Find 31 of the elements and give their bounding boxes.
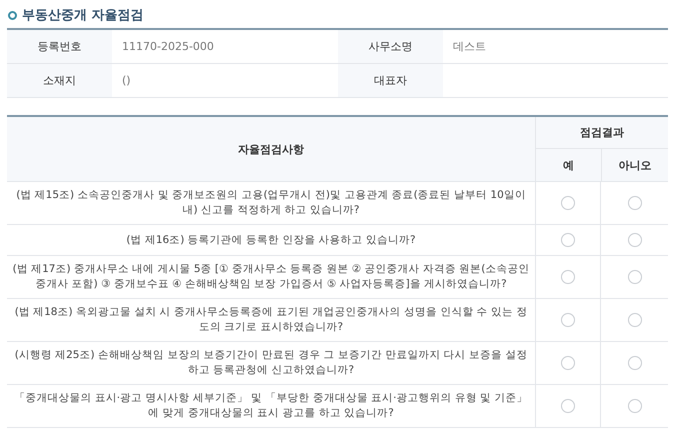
question-text: (법 제16조) 등록기관에 등록한 인장을 사용하고 있습니까? — [126, 232, 416, 248]
question-text: (법 제15조) 소속공인중개사 및 중개보조원의 고용(업무개시 전)및 고용관계 종료(종료된 날부터 10일이내) 신고를 적정하게 하고 있습니까? — [15, 188, 527, 218]
field-label: 소재지 — [43, 73, 76, 88]
column-header: 자율점검사항 — [238, 142, 304, 156]
field-label: 대표자 — [374, 73, 407, 88]
question-text: (시행령 제25조) 손해배상책임 보장의 보증기간이 만료된 경우 그 보증기간 만료일까지 다시 보증을 설정하고 등록관청에 신고하였습니까? — [14, 348, 528, 378]
radio-button[interactable] — [561, 399, 575, 413]
field-value: 데스트 — [453, 39, 486, 54]
question-text: (법 제17조) 중개사무소 내에 게시물 5종 [① 중개사무소 등록증 원본 ② 공인중개사 자격증 원본(소속공인중개사 포함) ③ 중개보수표 ④ 손해배상책임 보장 가입증서 ⑤ 사업자등록증]을 게시하였습니까? — [12, 262, 530, 292]
column-header: 점검결과 — [580, 125, 624, 140]
field-label: 등록번호 — [38, 39, 82, 54]
radio-button[interactable] — [561, 196, 575, 210]
field-value: 11170-2025-000 — [122, 40, 214, 53]
radio-button[interactable] — [628, 270, 642, 284]
radio-button[interactable] — [628, 233, 642, 247]
radio-button[interactable] — [628, 399, 642, 413]
radio-button[interactable] — [561, 356, 575, 370]
radio-button[interactable] — [561, 313, 575, 327]
radio-button[interactable] — [628, 196, 642, 210]
radio-button[interactable] — [628, 356, 642, 370]
field-value: () — [122, 74, 131, 87]
radio-button[interactable] — [628, 313, 642, 327]
radio-button[interactable] — [561, 233, 575, 247]
question-text: (법 제18조) 옥외광고물 설치 시 중개사무소등록증에 표기된 개업공인중개사의 성명을 인식할 수 있는 정도의 크기로 표시하였습니까? — [14, 305, 528, 335]
question-text: 「중개대상물의 표시·광고 명시사항 세부기준」 및 「부당한 중개대상물 표시·광고행위의 유형 및 기준」에 맞게 중개대상물의 표시 광고를 하고 있습니까? — [13, 391, 529, 421]
field-label: 사무소명 — [368, 39, 412, 54]
column-header: 예 — [563, 158, 574, 172]
radio-button[interactable] — [561, 270, 575, 284]
bullet-icon — [8, 10, 17, 20]
section-title: 부동산중개 자율점검 — [22, 7, 144, 24]
column-header: 아니오 — [618, 158, 652, 172]
